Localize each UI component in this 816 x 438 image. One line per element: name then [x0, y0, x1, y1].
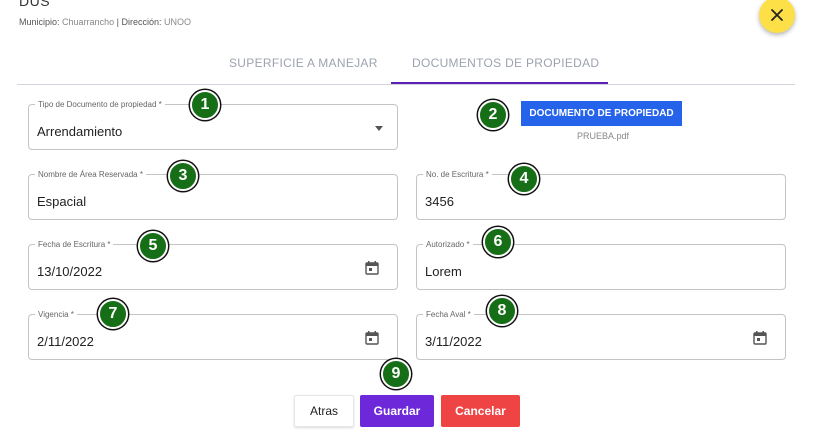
- atras-button[interactable]: Atras: [294, 395, 354, 427]
- vigencia-value: 2/11/2022: [37, 334, 94, 349]
- calendar-icon[interactable]: [364, 330, 380, 346]
- marker-6: 6: [483, 227, 513, 257]
- marker-2: 2: [478, 100, 508, 130]
- fecha-aval-field[interactable]: Fecha Aval * 3/11/2022: [416, 309, 786, 360]
- tab-documentos-de-propiedad[interactable]: DOCUMENTOS DE PROPIEDAD: [412, 56, 599, 70]
- nombre-area-value: Espacial: [37, 194, 87, 209]
- direccion-value: UNOO: [163, 17, 191, 27]
- marker-4: 4: [509, 164, 539, 194]
- separator: |: [116, 17, 119, 27]
- municipio-value: Chuarrancho: [62, 17, 115, 27]
- autorizado-value: Lorem: [425, 264, 462, 279]
- marker-5: 5: [138, 231, 168, 261]
- no-escritura-label: No. de Escritura *: [423, 169, 492, 180]
- cancelar-button[interactable]: Cancelar: [441, 395, 520, 427]
- fecha-escritura-value: 13/10/2022: [37, 264, 103, 279]
- vigencia-field[interactable]: Vigencia * 2/11/2022: [28, 309, 398, 360]
- vigencia-label: Vigencia *: [35, 309, 77, 320]
- tipo-documento-value: Arrendamiento: [37, 124, 123, 139]
- autorizado-label: Autorizado *: [423, 239, 473, 250]
- no-escritura-field[interactable]: No. de Escritura * 3456: [416, 169, 786, 220]
- marker-9: 9: [381, 359, 411, 389]
- chevron-down-icon: [375, 126, 383, 131]
- fecha-escritura-field[interactable]: Fecha de Escritura * 13/10/2022: [28, 239, 398, 290]
- dialog-title: DUS: [19, 0, 51, 9]
- documento-de-propiedad-button[interactable]: DOCUMENTO DE PROPIEDAD: [521, 101, 682, 126]
- fecha-escritura-label: Fecha de Escritura *: [35, 239, 114, 250]
- calendar-icon[interactable]: [752, 330, 768, 346]
- close-icon: [771, 9, 783, 21]
- calendar-icon[interactable]: [364, 260, 380, 276]
- close-button[interactable]: [759, 0, 795, 33]
- tab-superficie-a-manejar[interactable]: SUPERFICIE A MANEJAR: [229, 56, 378, 70]
- nombre-area-field[interactable]: Nombre de Área Reservada * Espacial: [28, 169, 398, 220]
- marker-1: 1: [190, 90, 220, 120]
- marker-3: 3: [168, 161, 198, 191]
- municipio-label: Municipio:: [19, 17, 60, 27]
- document-filename: PRUEBA.pdf: [577, 131, 630, 141]
- fecha-aval-label: Fecha Aval *: [423, 309, 474, 320]
- marker-8: 8: [487, 296, 517, 326]
- tabs-divider: [17, 84, 795, 85]
- dialog-subtitle: Municipio: Chuarrancho | Dirección: UNOO: [19, 17, 191, 27]
- guardar-button[interactable]: Guardar: [360, 395, 434, 427]
- autorizado-field[interactable]: Autorizado * Lorem: [416, 239, 786, 290]
- tipo-documento-label: Tipo de Documento de propiedad *: [35, 99, 165, 110]
- fecha-aval-value: 3/11/2022: [425, 334, 482, 349]
- direccion-label: Dirección:: [121, 17, 162, 27]
- marker-7: 7: [98, 299, 128, 329]
- nombre-area-label: Nombre de Área Reservada *: [35, 169, 146, 180]
- no-escritura-value: 3456: [425, 194, 454, 209]
